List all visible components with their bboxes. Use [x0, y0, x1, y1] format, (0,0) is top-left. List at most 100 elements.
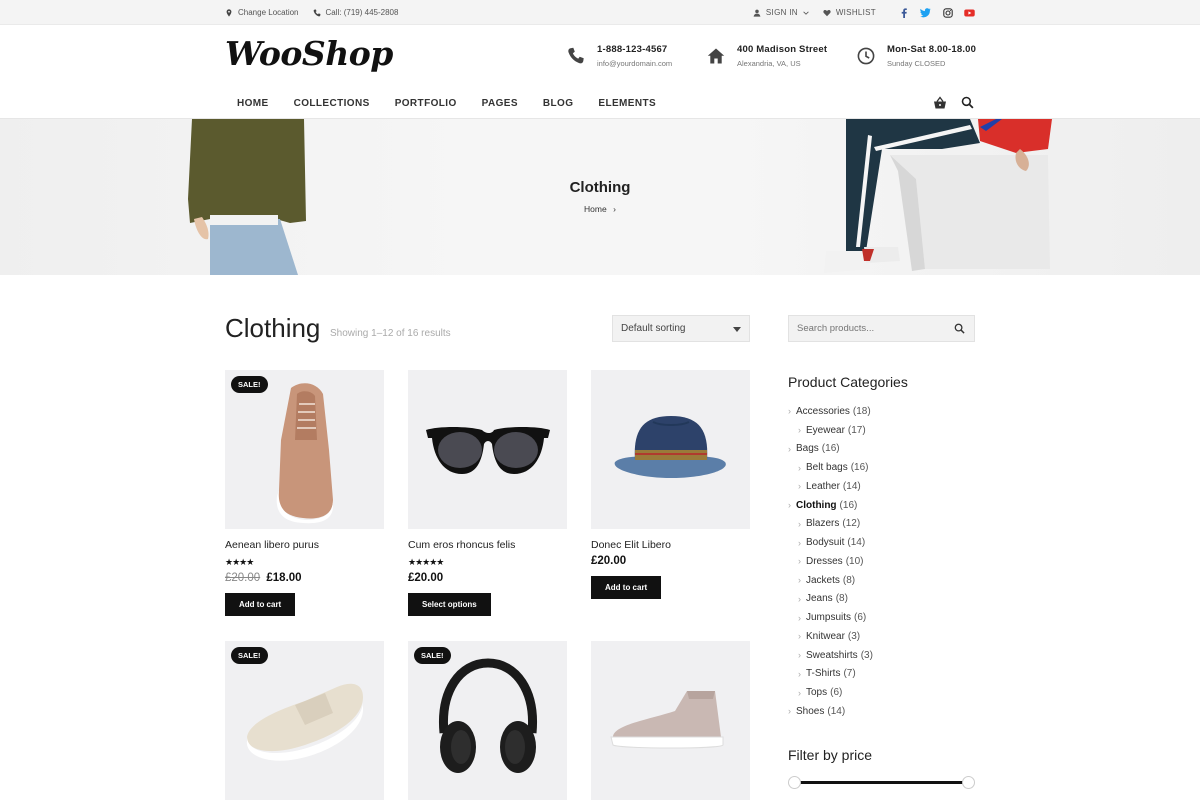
- category-item[interactable]: › Leather (14): [788, 477, 873, 496]
- social-links: [898, 7, 975, 18]
- twitter-icon[interactable]: [920, 7, 931, 18]
- category-item[interactable]: › Sweatshirts (3): [788, 646, 873, 665]
- product-name[interactable]: Cum eros rhoncus felis: [408, 539, 567, 551]
- category-name: T-Shirts: [806, 668, 841, 680]
- suede-sneaker-image: [276, 383, 333, 524]
- product-price: £20.00: [591, 555, 627, 567]
- nav-item-elements[interactable]: ELEMENTS: [598, 98, 656, 109]
- product-card: SALE!: [408, 641, 567, 800]
- product-image[interactable]: SALE!: [225, 370, 384, 529]
- breadcrumb-home-link[interactable]: Home: [584, 204, 607, 214]
- phone-number[interactable]: 1-888-123-4567: [597, 44, 672, 55]
- category-item[interactable]: › Blazers (12): [788, 515, 873, 534]
- wishlist-link[interactable]: WISHLIST: [823, 8, 876, 17]
- cart-basket-icon[interactable]: [933, 96, 947, 110]
- category-item[interactable]: › Bags (16): [788, 440, 873, 459]
- chevron-right-icon: ›: [798, 631, 801, 642]
- hours-sunday: Sunday CLOSED: [887, 59, 946, 68]
- contact-email[interactable]: info@yourdomain.com: [597, 59, 672, 68]
- product-card: SALE!: [225, 641, 384, 800]
- category-count: (7): [843, 668, 856, 680]
- breadcrumb: Home ›: [0, 204, 1200, 214]
- nav-item-home[interactable]: HOME: [237, 98, 269, 109]
- chevron-right-icon: ›: [798, 668, 801, 679]
- category-count: (14): [847, 537, 866, 549]
- nav-menu: HOME COLLECTIONS PORTFOLIO PAGES BLOG EL…: [237, 87, 681, 119]
- chevron-right-icon: ›: [798, 687, 801, 698]
- category-name: Dresses: [806, 555, 843, 567]
- product-name[interactable]: Donec Elit Libero: [591, 539, 750, 551]
- main-navigation: HOME COLLECTIONS PORTFOLIO PAGES BLOG EL…: [0, 87, 1200, 119]
- category-name: Blazers: [806, 518, 840, 530]
- nav-item-portfolio[interactable]: PORTFOLIO: [395, 98, 457, 109]
- category-item[interactable]: › Dresses (10): [788, 552, 873, 571]
- search-icon[interactable]: [954, 323, 965, 334]
- location-pin-icon: [226, 8, 232, 17]
- category-count: (16): [821, 443, 840, 455]
- sorting-value: Default sorting: [621, 323, 686, 334]
- chevron-right-icon: ›: [798, 575, 801, 586]
- add-to-cart-button[interactable]: Add to cart: [591, 576, 662, 599]
- high-top-sneaker-image: [610, 691, 724, 749]
- nav-item-blog[interactable]: BLOG: [543, 98, 574, 109]
- facebook-icon[interactable]: [898, 7, 909, 18]
- chevron-right-icon: ›: [798, 650, 801, 661]
- price-range-slider[interactable]: [788, 776, 975, 790]
- product-price: £20.00 £18.00: [225, 572, 384, 584]
- category-name: Bodysuit: [806, 537, 845, 549]
- chevron-right-icon: ›: [788, 500, 791, 511]
- category-item[interactable]: › Knitwear (3): [788, 627, 873, 646]
- category-item[interactable]: › Belt bags (16): [788, 458, 873, 477]
- chevron-right-icon: ›: [788, 706, 791, 717]
- breadcrumb-chevron-icon: ›: [613, 204, 616, 214]
- select-options-button[interactable]: Select options: [408, 593, 491, 616]
- product-image[interactable]: [408, 370, 567, 529]
- chevron-right-icon: ›: [788, 443, 791, 454]
- category-item[interactable]: › Clothing (16): [788, 496, 873, 515]
- category-item[interactable]: › Bodysuit (14): [788, 533, 873, 552]
- nav-item-collections[interactable]: COLLECTIONS: [294, 98, 370, 109]
- search-icon[interactable]: [961, 96, 975, 110]
- chevron-down-icon: [803, 11, 809, 15]
- category-item[interactable]: › Shoes (14): [788, 702, 873, 721]
- header-address-info: 400 Madison Street Alexandria, VA, US: [707, 44, 827, 68]
- heart-icon: [823, 9, 831, 16]
- category-item[interactable]: › Jackets (8): [788, 571, 873, 590]
- instagram-icon[interactable]: [942, 7, 953, 18]
- category-name: Eyewear: [806, 424, 845, 436]
- phone-text: 1-888-123-4567 info@yourdomain.com: [597, 44, 672, 68]
- price-min-handle[interactable]: [788, 776, 801, 789]
- page-title: Clothing: [225, 313, 321, 343]
- sale-badge: SALE!: [231, 376, 268, 393]
- site-logo[interactable]: WooShop: [225, 34, 393, 73]
- call-link[interactable]: Call: (719) 445-2808: [313, 8, 399, 17]
- category-count: (6): [830, 687, 843, 699]
- category-item[interactable]: › Jeans (8): [788, 590, 873, 609]
- change-location-link[interactable]: Change Location: [225, 8, 299, 17]
- phone-icon: [313, 8, 320, 16]
- product-image[interactable]: SALE!: [408, 641, 567, 800]
- sorting-select[interactable]: Default sorting: [612, 315, 750, 342]
- user-icon: [753, 9, 761, 17]
- search-input[interactable]: [789, 316, 939, 341]
- nav-item-pages[interactable]: PAGES: [482, 98, 518, 109]
- product-name[interactable]: Aenean libero purus: [225, 539, 384, 551]
- category-item[interactable]: › Tops (6): [788, 683, 873, 702]
- product-image[interactable]: [591, 370, 750, 529]
- product-image[interactable]: [591, 641, 750, 800]
- product-image[interactable]: SALE!: [225, 641, 384, 800]
- header-phone-info: 1-888-123-4567 info@yourdomain.com: [567, 44, 672, 68]
- category-name: Sweatshirts: [806, 649, 858, 661]
- price-max-handle[interactable]: [962, 776, 975, 789]
- call-label: Call: (719) 445-2808: [325, 8, 399, 17]
- sign-in-button[interactable]: SIGN IN: [753, 8, 809, 17]
- youtube-icon[interactable]: [964, 7, 975, 18]
- category-name: Leather: [806, 480, 840, 492]
- category-item[interactable]: › Eyewear (17): [788, 421, 873, 440]
- category-item[interactable]: › Accessories (18): [788, 402, 873, 421]
- add-to-cart-button[interactable]: Add to cart: [225, 593, 296, 616]
- category-count: (3): [860, 649, 873, 661]
- category-item[interactable]: › T-Shirts (7): [788, 665, 873, 684]
- categories-title: Product Categories: [788, 374, 908, 390]
- category-item[interactable]: › Jumpsuits (6): [788, 608, 873, 627]
